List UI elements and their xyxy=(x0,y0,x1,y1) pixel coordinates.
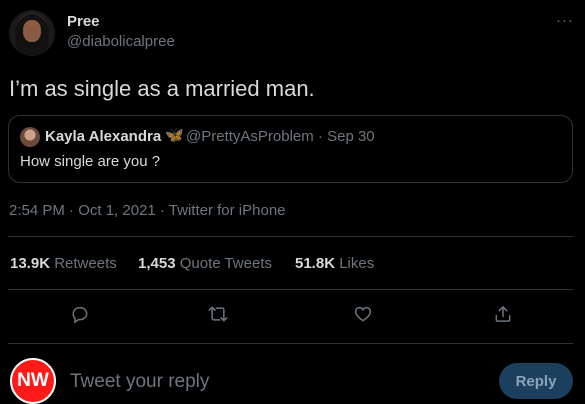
like-icon[interactable] xyxy=(349,300,377,328)
tweet-timestamp-source[interactable]: 2:54 PM · Oct 1, 2021 · Twitter for iPho… xyxy=(9,202,286,219)
quoted-author-avatar xyxy=(20,127,40,147)
likes-count: 51.8K xyxy=(295,255,336,272)
more-options-icon[interactable]: ··· xyxy=(556,12,574,29)
quote-tweets-stat[interactable]: 1,453 Quote Tweets xyxy=(138,255,272,272)
retweets-count: 13.9K xyxy=(10,255,51,272)
author-handle[interactable]: @diabolicalpree xyxy=(67,33,175,50)
reply-icon[interactable] xyxy=(66,300,94,328)
retweets-stat[interactable]: 13.9K Retweets xyxy=(10,255,117,272)
retweet-icon[interactable] xyxy=(204,300,232,328)
quoted-author-handle-date: @PrettyAsProblem · Sep 30 xyxy=(186,128,375,145)
quoted-tweet-card[interactable] xyxy=(8,115,573,183)
divider xyxy=(8,343,573,344)
likes-label: Likes xyxy=(339,255,375,272)
quoted-author-name: Kayla Alexandra xyxy=(45,128,162,145)
tweet-text: I’m as single as a married man. xyxy=(9,76,315,101)
butterfly-icon: 🦋 xyxy=(165,127,184,144)
viewer-avatar[interactable]: NW xyxy=(10,358,56,404)
divider xyxy=(8,236,573,237)
reply-button[interactable]: Reply xyxy=(499,363,573,399)
retweets-label: Retweets xyxy=(54,255,117,272)
reply-input[interactable] xyxy=(70,369,480,395)
divider xyxy=(8,289,573,290)
avatar-face-shape xyxy=(23,20,41,42)
quote-tweets-label: Quote Tweets xyxy=(179,255,272,272)
author-display-name[interactable]: Pree xyxy=(67,13,100,30)
share-icon[interactable] xyxy=(489,300,517,328)
author-avatar[interactable] xyxy=(9,10,55,56)
quoted-tweet-text: How single are you ? xyxy=(20,153,161,170)
quote-tweets-count: 1,453 xyxy=(138,255,176,272)
likes-stat[interactable]: 51.8K Likes xyxy=(295,255,374,272)
